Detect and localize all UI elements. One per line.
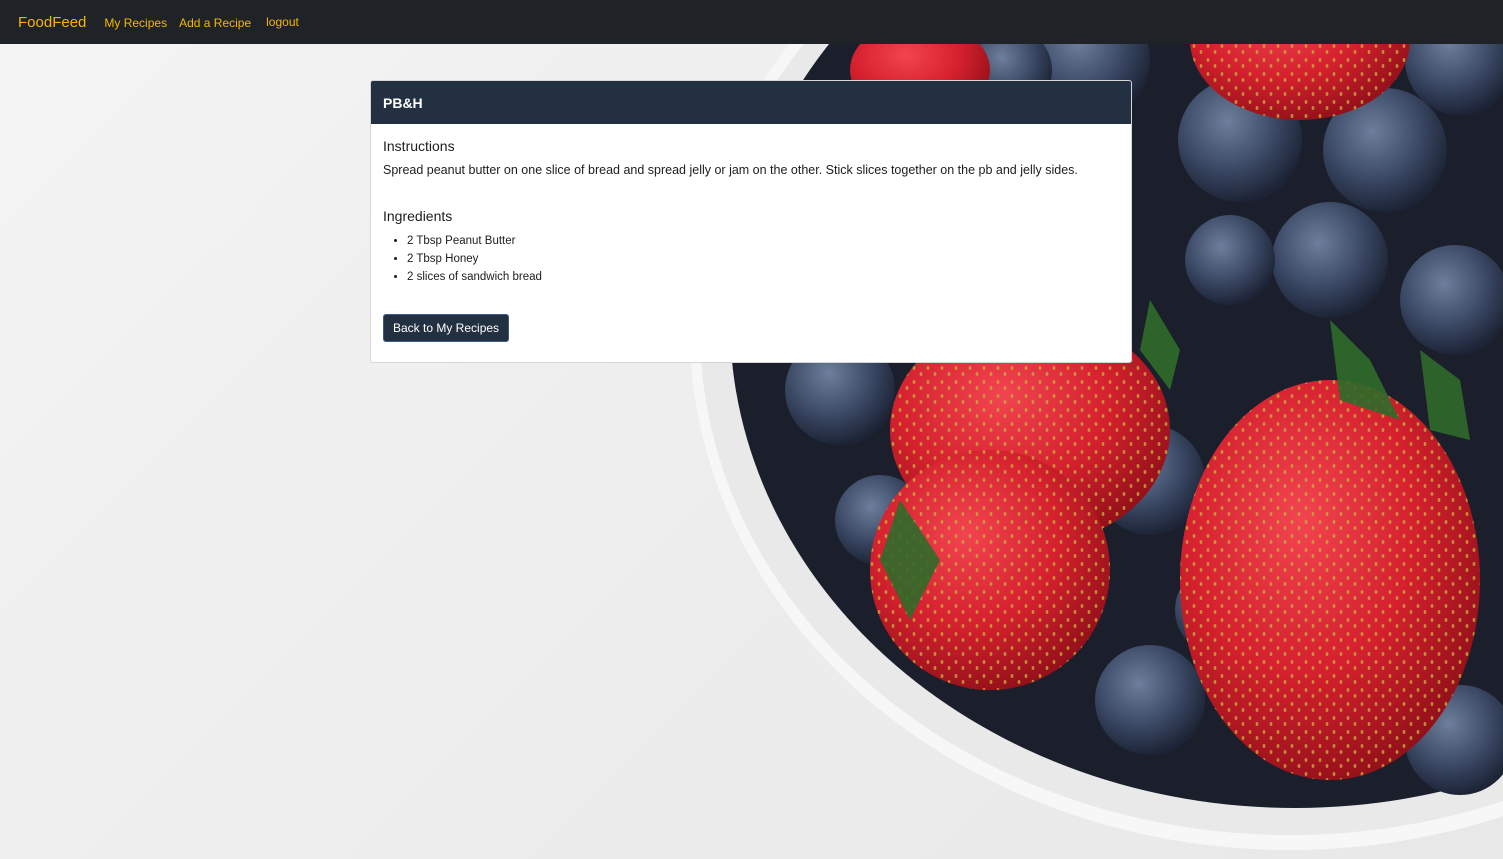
ingredients-heading: Ingredients <box>383 208 453 225</box>
top-navbar: FoodFeed My Recipes Add a Recipe logout <box>0 0 1503 44</box>
nav-add-recipe-link[interactable]: Add a Recipe <box>179 16 251 30</box>
ingredient-item: 2 Tbsp Peanut Butter <box>407 232 1119 250</box>
ingredient-item: 2 Tbsp Honey <box>407 250 1119 268</box>
recipe-card-body: Instructions Spread peanut butter on one… <box>371 124 1131 343</box>
brand-link[interactable]: FoodFeed <box>18 14 86 31</box>
back-to-my-recipes-button[interactable]: Back to My Recipes <box>383 314 510 343</box>
recipe-title: PB&H <box>383 94 423 111</box>
instructions-text: Spread peanut butter on one slice of bre… <box>383 163 1078 177</box>
nav-logout-link[interactable]: logout <box>266 15 299 29</box>
instructions-heading: Instructions <box>383 138 455 154</box>
ingredient-item: 2 slices of sandwich bread <box>407 268 1119 286</box>
recipe-card: PB&H Instructions Spread peanut butter o… <box>370 80 1132 363</box>
nav-my-recipes-link[interactable]: My Recipes <box>104 16 167 30</box>
ingredients-list: 2 Tbsp Peanut Butter 2 Tbsp Honey 2 slic… <box>383 232 1119 286</box>
recipe-card-header: PB&H <box>371 81 1131 124</box>
